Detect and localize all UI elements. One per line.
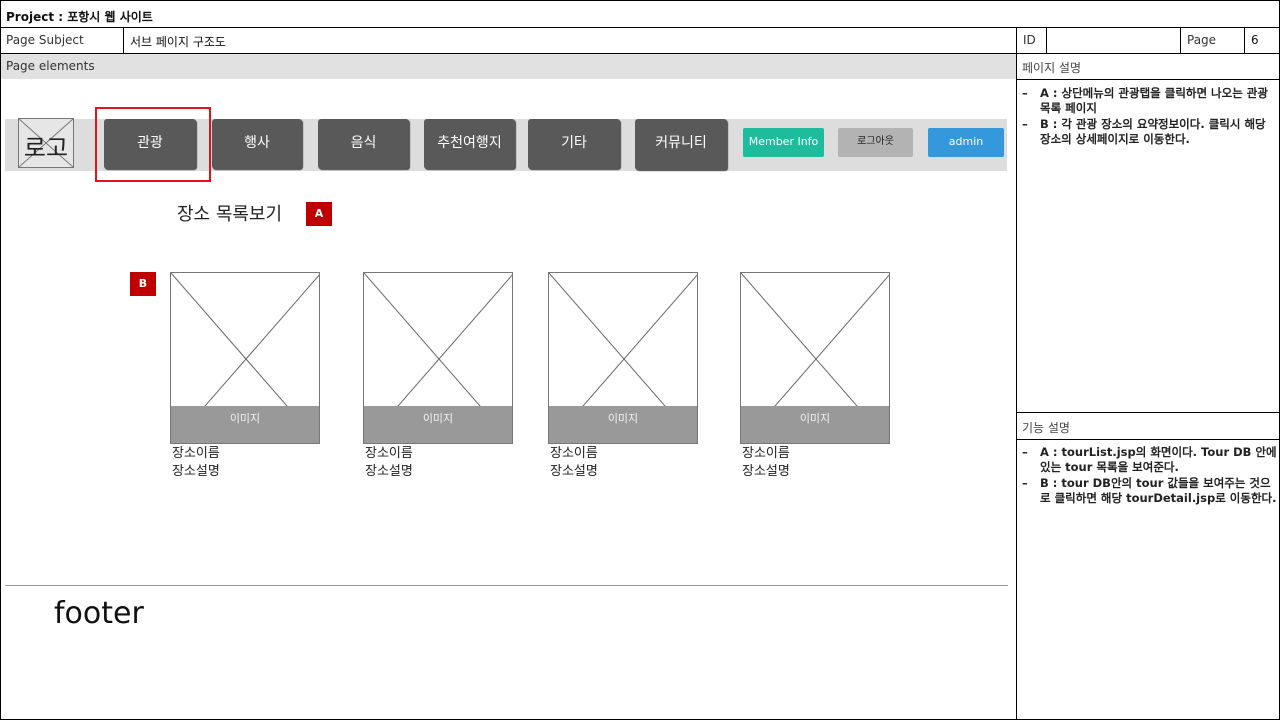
place-description: 장소설명	[550, 464, 598, 479]
place-description: 장소설명	[365, 464, 413, 479]
page-number: 6	[1251, 33, 1259, 47]
annotation-tag-b: B	[130, 272, 156, 296]
id-label: ID	[1017, 28, 1047, 53]
note-text: A : tourList.jsp의 화면이다. Tour DB 안에 있는 to…	[1040, 445, 1277, 474]
place-name[interactable]: 장소이름	[550, 445, 698, 463]
member-info-button[interactable]: Member Info	[743, 128, 824, 157]
logo-placeholder[interactable]: 로고	[18, 118, 74, 168]
selected-menu-highlight	[95, 107, 211, 182]
nav-food-button[interactable]: 음식	[318, 119, 409, 169]
place-card[interactable]: 이미지 장소이름 장소설명	[548, 272, 698, 481]
place-description: 장소설명	[172, 464, 220, 479]
nav-event-button[interactable]: 행사	[212, 119, 302, 169]
id-value	[1047, 28, 1181, 53]
dash-bullet: –	[1022, 476, 1028, 490]
place-image[interactable]: 이미지	[740, 272, 890, 444]
function-description-heading: 기능 설명	[1017, 412, 1280, 440]
admin-button[interactable]: admin	[928, 128, 1004, 157]
page-subject-label: Page Subject	[0, 28, 124, 53]
dash-bullet: –	[1022, 86, 1028, 100]
dash-bullet: –	[1022, 445, 1028, 459]
page-elements-label: Page elements	[1, 54, 1016, 79]
place-image[interactable]: 이미지	[363, 272, 513, 444]
place-card[interactable]: 이미지 장소이름 장소설명	[740, 272, 890, 481]
page-subject-value: 서브 페이지 구조도	[124, 28, 1017, 53]
note-item: – A : tourList.jsp의 화면이다. Tour DB 안에 있는 t…	[1022, 445, 1278, 475]
image-caption: 이미지	[171, 406, 319, 443]
note-text: B : tour DB안의 tour 값들을 보여주는 것으로 클릭하면 해당 …	[1040, 476, 1277, 505]
function-description-notes: – A : tourList.jsp의 화면이다. Tour DB 안에 있는 t…	[1022, 445, 1278, 507]
note-item: – B : tour DB안의 tour 값들을 보여주는 것으로 클릭하면 해당…	[1022, 476, 1278, 506]
place-name[interactable]: 장소이름	[742, 445, 890, 463]
note-item: – A : 상단메뉴의 관광탭을 클릭하면 나오는 관광 목록 페이지	[1022, 86, 1278, 116]
note-text: B : 각 관광 장소의 요약정보이다. 클릭시 해당 장소의 상세페이지로 이…	[1040, 117, 1266, 146]
place-name[interactable]: 장소이름	[172, 445, 320, 463]
image-caption: 이미지	[549, 406, 697, 443]
nav-community-button[interactable]: 커뮤니티	[635, 119, 727, 170]
place-name[interactable]: 장소이름	[365, 445, 513, 463]
place-card[interactable]: 이미지 장소이름 장소설명	[363, 272, 513, 481]
logout-button[interactable]: 로그아웃	[838, 128, 913, 157]
page-description-heading: 페이지 설명	[1017, 54, 1280, 80]
image-caption: 이미지	[741, 406, 889, 443]
place-card[interactable]: 이미지 장소이름 장소설명	[170, 272, 320, 481]
note-item: – B : 각 관광 장소의 요약정보이다. 클릭시 해당 장소의 상세페이지로 …	[1022, 117, 1278, 147]
image-caption: 이미지	[364, 406, 512, 443]
note-text: A : 상단메뉴의 관광탭을 클릭하면 나오는 관광 목록 페이지	[1040, 86, 1268, 115]
page-description-notes: – A : 상단메뉴의 관광탭을 클릭하면 나오는 관광 목록 페이지 – B : …	[1022, 86, 1278, 148]
page-label: Page	[1181, 28, 1245, 53]
project-title: Project : 포항시 웹 사이트	[0, 0, 1280, 28]
footer-label: footer	[54, 596, 144, 631]
nav-recommended-button[interactable]: 추천여행지	[424, 119, 515, 169]
dash-bullet: –	[1022, 117, 1028, 131]
place-description: 장소설명	[742, 464, 790, 479]
nav-etc-button[interactable]: 기타	[528, 119, 620, 169]
annotation-tag-a: A	[306, 202, 332, 226]
page-subject-row: Page Subject 서브 페이지 구조도 ID Page 6	[0, 28, 1280, 54]
logo-text: 로고	[23, 134, 69, 162]
place-image[interactable]: 이미지	[170, 272, 320, 444]
footer-divider	[5, 585, 1008, 586]
section-title: 장소 목록보기	[177, 204, 283, 225]
place-image[interactable]: 이미지	[548, 272, 698, 444]
panel-divider	[1016, 54, 1017, 720]
